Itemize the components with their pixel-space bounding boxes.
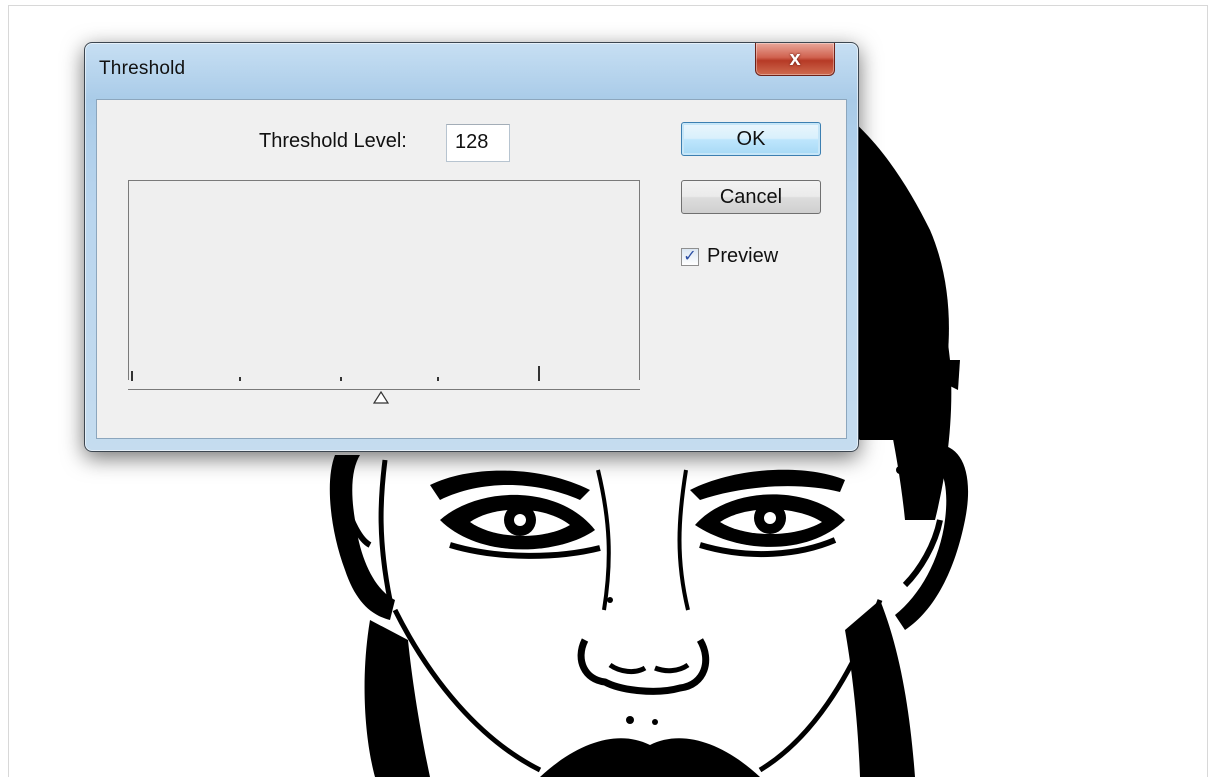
histogram-bar xyxy=(538,366,540,381)
histogram-bar xyxy=(437,377,439,381)
histogram-baseline xyxy=(128,389,640,390)
close-icon: x xyxy=(789,47,801,70)
ok-button[interactable]: OK xyxy=(681,122,821,156)
preview-checkbox[interactable]: ✓ xyxy=(681,248,699,266)
checkmark-icon: ✓ xyxy=(683,248,697,265)
preview-label[interactable]: Preview xyxy=(707,245,778,268)
histogram xyxy=(128,180,640,381)
histogram-bar xyxy=(131,371,133,381)
dialog-title: Threshold xyxy=(99,58,186,79)
frame-border-top xyxy=(8,5,1208,6)
threshold-dialog: Threshold x Threshold Level: 128 OK Canc… xyxy=(84,42,859,452)
histogram-bar xyxy=(239,377,241,381)
threshold-level-input[interactable]: 128 xyxy=(446,124,510,162)
triangle-slider-icon[interactable] xyxy=(373,391,389,405)
frame-border-left xyxy=(8,5,9,777)
threshold-level-label: Threshold Level: xyxy=(259,130,407,152)
histogram-bar xyxy=(340,377,342,381)
dialog-content: Threshold Level: 128 OK Cancel ✓ Preview xyxy=(96,99,847,439)
frame-border-right xyxy=(1207,5,1208,777)
close-button[interactable]: x xyxy=(755,43,835,76)
cancel-button[interactable]: Cancel xyxy=(681,180,821,214)
